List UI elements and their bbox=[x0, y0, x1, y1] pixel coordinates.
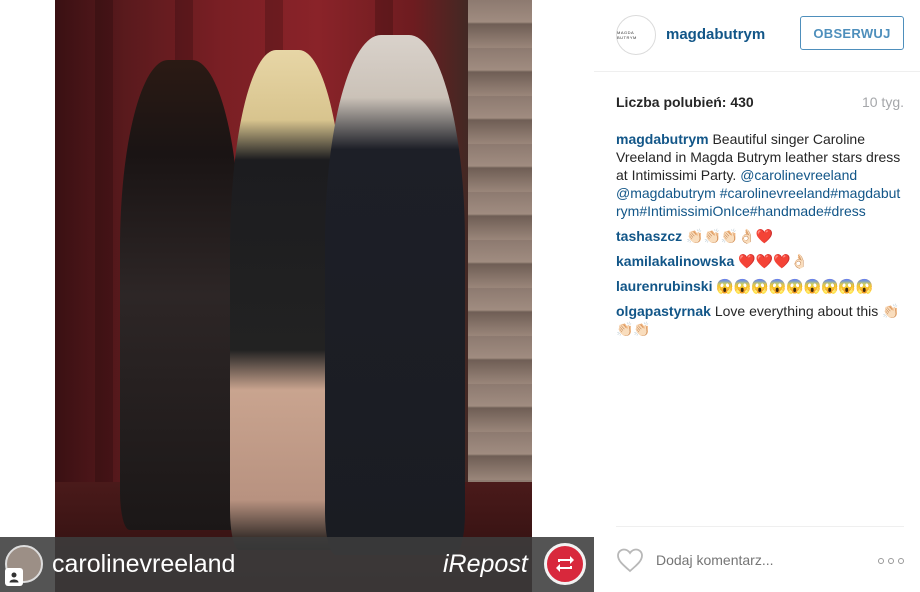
comment-item: olgapastyrnak Love everything about this… bbox=[616, 302, 904, 338]
heart-icon[interactable] bbox=[616, 547, 644, 573]
avatar-logo-text: MAGDA BUTRYM bbox=[617, 30, 637, 40]
dot bbox=[888, 558, 894, 564]
post-stats: Liczba polubień: 430 10 tyg. bbox=[616, 94, 904, 114]
post-age[interactable]: 10 tyg. bbox=[862, 94, 904, 110]
comment-item: tashaszcz 👏🏻👏🏻👏🏻👌🏻❤️ bbox=[616, 227, 904, 245]
person-left bbox=[120, 60, 240, 530]
photo-image bbox=[55, 0, 532, 592]
comment-item: laurenrubinski 😱😱😱😱😱😱😱😱😱 bbox=[616, 277, 904, 295]
dot bbox=[898, 558, 904, 564]
profile-avatar[interactable]: MAGDA BUTRYM bbox=[616, 15, 656, 55]
post-photo[interactable]: carolinevreeland iRepost bbox=[0, 0, 594, 592]
caption-username[interactable]: magdabutrym bbox=[616, 131, 709, 147]
comment-username[interactable]: laurenrubinski bbox=[616, 278, 712, 294]
comment-text: 😱😱😱😱😱😱😱😱😱 bbox=[716, 278, 874, 294]
user-icon bbox=[5, 568, 23, 586]
comment-username[interactable]: kamilakalinowska bbox=[616, 253, 734, 269]
caption: magdabutrym Beautiful singer Caroline Vr… bbox=[616, 130, 904, 220]
likes-count[interactable]: Liczba polubień: 430 bbox=[616, 94, 754, 110]
curtain-fold bbox=[95, 0, 113, 522]
post-footer bbox=[616, 526, 904, 592]
post-header: MAGDA BUTRYM magdabutrym OBSERWUJ bbox=[594, 0, 920, 72]
more-options-icon[interactable] bbox=[878, 557, 904, 565]
comments-list: magdabutrym Beautiful singer Caroline Vr… bbox=[616, 130, 904, 345]
comment-input[interactable] bbox=[656, 552, 836, 568]
post-details-panel: MAGDA BUTRYM magdabutrym OBSERWUJ Liczba… bbox=[594, 0, 920, 592]
comment-username[interactable]: tashaszcz bbox=[616, 228, 682, 244]
comment-item: kamilakalinowska ❤️❤️❤️👌🏻 bbox=[616, 252, 904, 270]
comment-text: 👏🏻👏🏻👏🏻👌🏻❤️ bbox=[686, 228, 774, 244]
repost-brand: iRepost bbox=[443, 550, 528, 578]
repost-username: carolinevreeland bbox=[52, 550, 236, 578]
dot bbox=[878, 558, 884, 564]
profile-username[interactable]: magdabutrym bbox=[666, 26, 765, 43]
follow-button[interactable]: OBSERWUJ bbox=[800, 16, 904, 50]
comment-text: ❤️❤️❤️👌🏻 bbox=[738, 253, 808, 269]
comment-username[interactable]: olgapastyrnak bbox=[616, 303, 711, 319]
repost-icon bbox=[544, 543, 586, 585]
person-right bbox=[325, 35, 465, 555]
